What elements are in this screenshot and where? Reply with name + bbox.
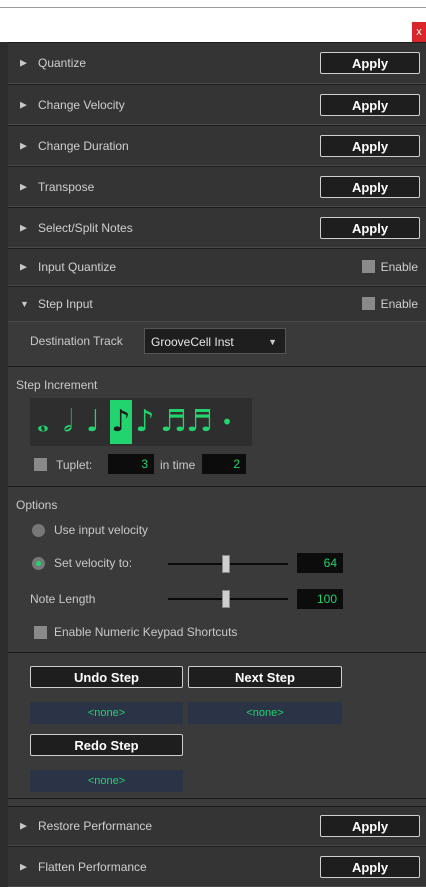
set-velocity-radio[interactable]	[32, 557, 45, 570]
section-title: Transpose	[38, 179, 95, 194]
note-length-label: Note Length	[30, 592, 96, 606]
select-split-apply-button[interactable]: Apply	[320, 216, 420, 239]
set-velocity-label: Set velocity to:	[54, 556, 133, 570]
section-transpose[interactable]: ▶ Transpose Apply	[8, 166, 426, 207]
section-title: Change Velocity	[38, 97, 125, 112]
sixty-fourth-note-icon[interactable]: ♬	[186, 400, 213, 444]
change-velocity-apply-button[interactable]: Apply	[320, 93, 420, 116]
in-time-field[interactable]: 2	[202, 454, 246, 474]
close-button[interactable]: x	[412, 22, 426, 42]
tuplet-label: Tuplet:	[56, 458, 93, 472]
section-input-quantize[interactable]: ▶ Input Quantize Enable	[8, 248, 426, 286]
step-input-enable-checkbox[interactable]: Enable	[361, 297, 418, 311]
eighth-note-icon[interactable]: ♪	[110, 400, 132, 444]
destination-track-dropdown[interactable]: GrooveCell Inst ▼	[144, 328, 286, 354]
divider	[8, 798, 426, 799]
divider	[8, 366, 426, 367]
section-restore-performance[interactable]: ▶ Restore Performance Apply	[8, 806, 426, 846]
whole-note-icon[interactable]: 𝅝	[32, 400, 54, 444]
expand-arrow-icon[interactable]: ▶	[20, 222, 27, 233]
expand-arrow-icon[interactable]: ▶	[20, 58, 27, 69]
transpose-apply-button[interactable]: Apply	[320, 175, 420, 198]
numeric-keypad-checkbox[interactable]	[34, 626, 47, 639]
section-change-velocity[interactable]: ▶ Change Velocity Apply	[8, 84, 426, 125]
tuplet-field[interactable]: 3	[108, 454, 154, 474]
expand-arrow-icon[interactable]: ▶	[20, 140, 27, 151]
collapse-arrow-icon[interactable]: ▼	[20, 299, 29, 309]
checkbox-box[interactable]	[361, 260, 375, 273]
section-title: Step Input	[38, 297, 93, 311]
velocity-slider-thumb[interactable]	[222, 555, 230, 573]
use-input-velocity-radio[interactable]	[32, 524, 45, 537]
section-title: Select/Split Notes	[38, 220, 133, 235]
use-input-velocity-label: Use input velocity	[54, 523, 149, 537]
destination-track-value: GrooveCell Inst	[151, 335, 234, 349]
step-increment-label: Step Increment	[16, 378, 98, 392]
title-divider	[0, 7, 426, 8]
input-quantize-enable-checkbox[interactable]: Enable	[361, 260, 418, 274]
section-title: Input Quantize	[38, 260, 117, 274]
options-label: Options	[16, 498, 58, 512]
thirty-second-note-icon[interactable]: ♬	[160, 400, 187, 444]
section-title: Change Duration	[38, 138, 129, 153]
section-title: Quantize	[38, 56, 87, 70]
divider	[8, 652, 426, 653]
sixteenth-note-icon[interactable]: ♪	[134, 400, 156, 444]
enable-label: Enable	[380, 260, 418, 274]
checkbox-box[interactable]	[361, 297, 375, 310]
section-flatten-performance[interactable]: ▶ Flatten Performance Apply	[8, 846, 426, 887]
dropdown-caret-icon: ▼	[268, 337, 277, 347]
redo-step-button[interactable]: Redo Step	[30, 734, 183, 756]
flatten-performance-apply-button[interactable]: Apply	[320, 855, 420, 878]
numeric-keypad-label: Enable Numeric Keypad Shortcuts	[54, 625, 238, 639]
note-length-field[interactable]: 100	[297, 589, 343, 609]
redo-step-value: <none>	[30, 770, 183, 792]
section-select-split-notes[interactable]: ▶ Select/Split Notes Apply	[8, 207, 426, 248]
quarter-note-icon[interactable]: ♩	[82, 400, 104, 444]
half-note-icon[interactable]: 𝅗𝅥	[57, 400, 79, 444]
section-change-duration[interactable]: ▶ Change Duration Apply	[8, 125, 426, 166]
note-length-slider-thumb[interactable]	[222, 590, 230, 608]
expand-arrow-icon[interactable]: ▶	[20, 861, 27, 872]
in-time-label: in time	[160, 458, 196, 472]
expand-arrow-icon[interactable]: ▶	[20, 821, 27, 832]
enable-label: Enable	[380, 297, 418, 311]
expand-arrow-icon[interactable]: ▶	[20, 262, 27, 273]
section-title: Restore Performance	[38, 819, 153, 833]
next-step-button[interactable]: Next Step	[188, 666, 342, 688]
midi-tools-panel: ▶ Quantize Apply ▶ Change Velocity Apply…	[8, 42, 426, 887]
expand-arrow-icon[interactable]: ▶	[20, 99, 27, 110]
destination-track-label: Destination Track	[30, 334, 123, 348]
expand-arrow-icon[interactable]: ▶	[20, 181, 27, 192]
quantize-apply-button[interactable]: Apply	[320, 52, 420, 74]
restore-performance-apply-button[interactable]: Apply	[320, 815, 420, 837]
title-bar: x	[0, 0, 426, 42]
note-value-selector: 𝅝 𝅗𝅥 ♩ ♪ ♪ ♬ ♬ •	[30, 398, 252, 446]
change-duration-apply-button[interactable]: Apply	[320, 134, 420, 157]
undo-step-button[interactable]: Undo Step	[30, 666, 183, 688]
divider	[8, 486, 426, 487]
section-title: Flatten Performance	[38, 859, 147, 874]
tuplet-checkbox[interactable]	[34, 458, 47, 471]
velocity-field[interactable]: 64	[297, 553, 343, 573]
dot-icon[interactable]: •	[216, 400, 238, 444]
section-step-input[interactable]: ▼ Step Input Enable	[8, 286, 426, 322]
section-quantize[interactable]: ▶ Quantize Apply	[8, 42, 426, 84]
next-step-value: <none>	[188, 702, 342, 724]
undo-step-value: <none>	[30, 702, 183, 724]
